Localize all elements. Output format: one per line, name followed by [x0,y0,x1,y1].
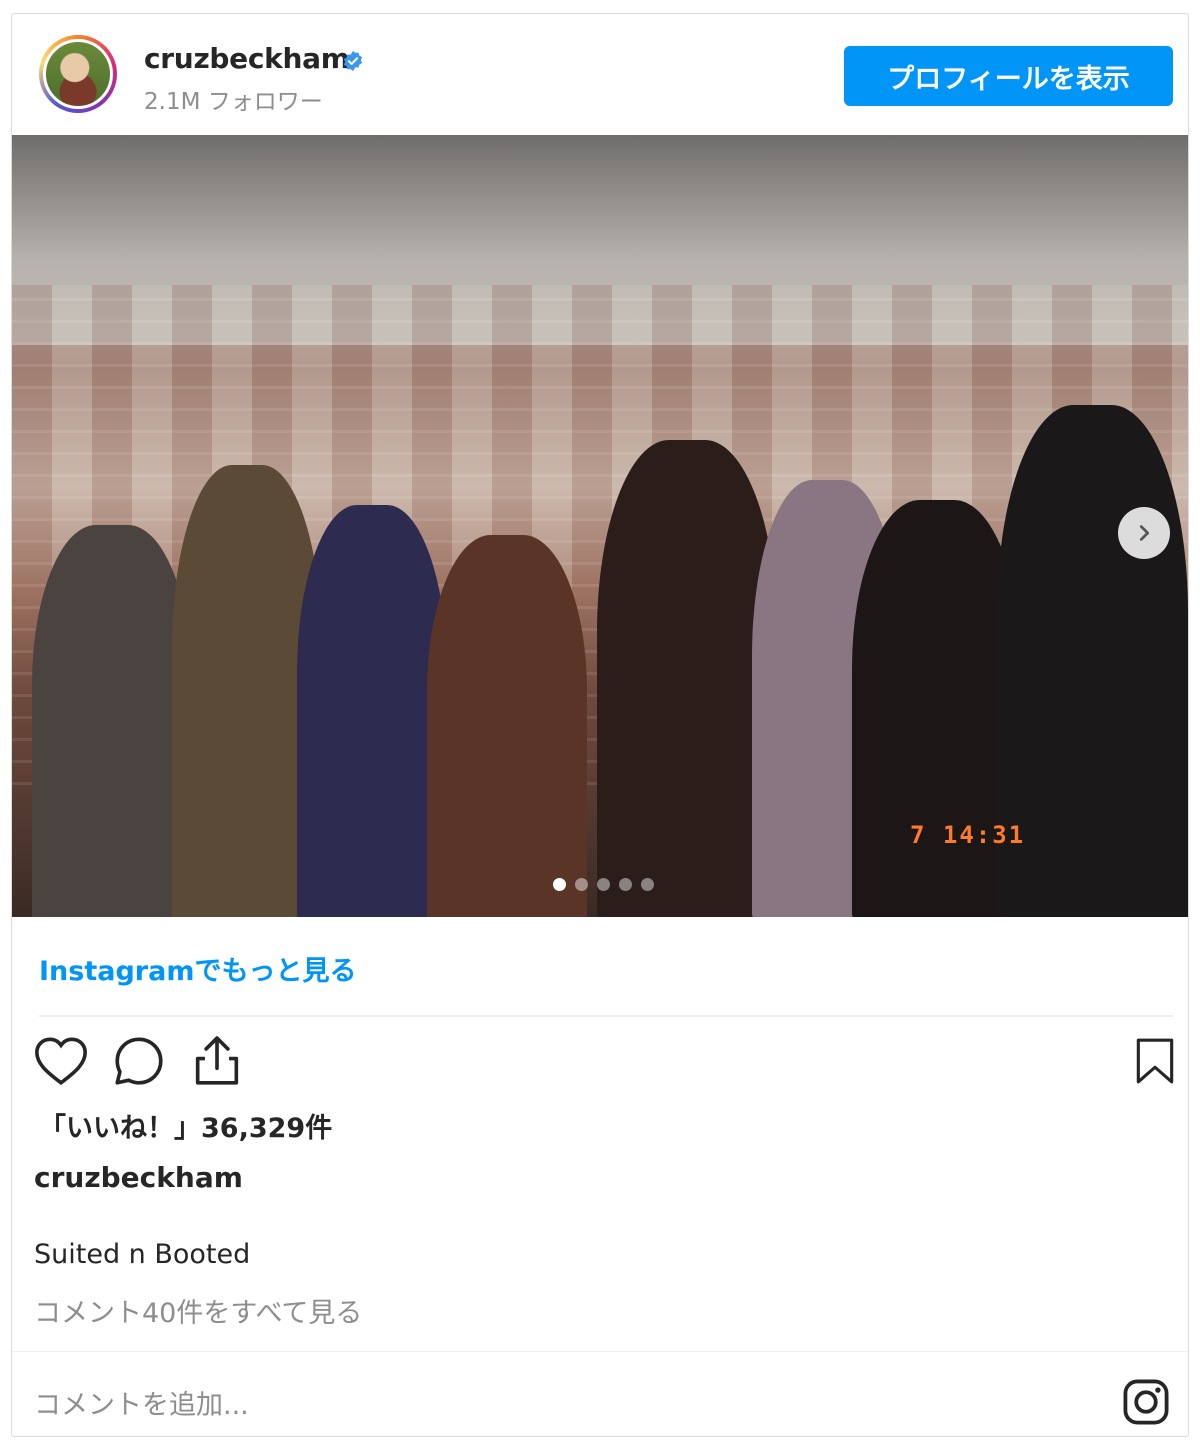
photo-person [597,440,777,917]
add-comment-input[interactable]: コメントを追加... [34,1383,249,1422]
comment-icon[interactable] [110,1032,168,1090]
carousel-dot [553,878,566,891]
photo-person [997,405,1188,917]
view-profile-button[interactable]: プロフィールを表示 [844,46,1173,106]
post-header: cruzbeckham 2.1M フォロワー プロフィールを表示 [12,14,1188,134]
photo-date-stamp: 7 14:31 [910,821,1026,849]
divider [39,1015,1173,1017]
follower-count: 2.1M フォロワー [144,89,323,115]
chevron-right-icon [1139,525,1150,541]
photo-person [297,505,447,917]
view-all-comments-link[interactable]: コメント40件をすべて見る [34,1291,362,1330]
caption-username[interactable]: cruzbeckham [34,1161,243,1194]
next-slide-button[interactable] [1118,507,1170,559]
verified-badge-icon [343,50,363,72]
carousel-dot [597,878,610,891]
divider [12,1351,1188,1352]
view-more-on-instagram-link[interactable]: Instagramでもっと見る [39,949,356,988]
username[interactable]: cruzbeckham [144,42,350,75]
bookmark-icon[interactable] [1130,1032,1180,1090]
like-count: 「いいね！」36,329件 [39,1113,333,1144]
avatar-image [43,39,113,109]
instagram-embed-card: cruzbeckham 2.1M フォロワー プロフィールを表示 7 14:31 [11,13,1189,1437]
instagram-logo-icon[interactable] [1120,1376,1172,1428]
post-photo[interactable]: 7 14:31 [12,135,1188,917]
carousel-dot [641,878,654,891]
carousel-dot [575,878,588,891]
carousel-indicator [553,878,654,891]
share-icon[interactable] [188,1032,246,1090]
avatar[interactable] [39,35,117,113]
post-caption: Suited n Booted [34,1239,251,1270]
carousel-dot [619,878,632,891]
photo-person [427,535,587,917]
action-bar [32,1032,1182,1092]
photo-person [32,525,192,917]
heart-icon[interactable] [32,1032,90,1090]
